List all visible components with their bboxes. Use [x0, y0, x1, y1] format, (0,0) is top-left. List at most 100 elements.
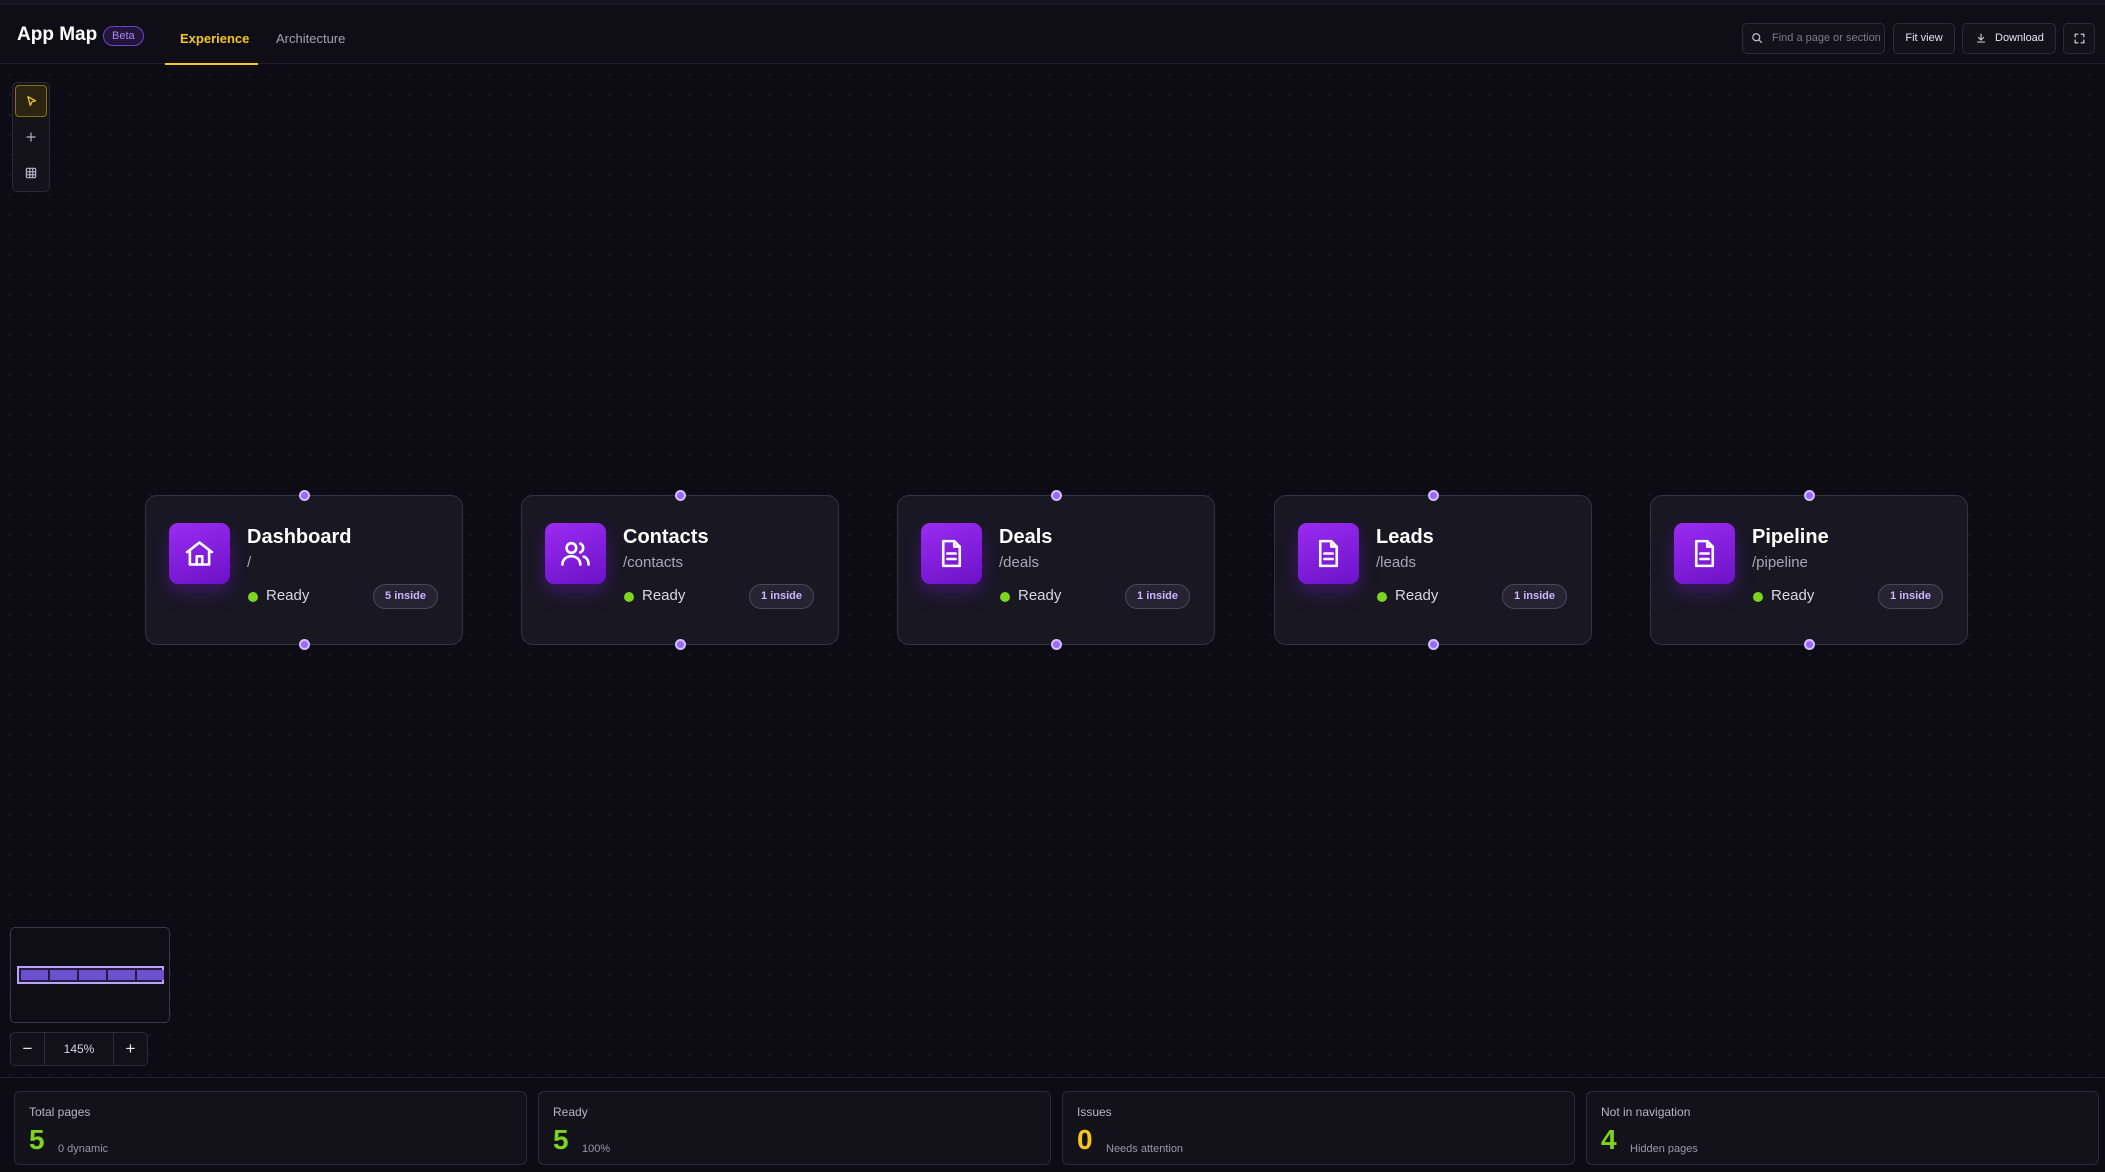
page-title: Leads	[1376, 526, 1434, 548]
canvas-toolbar	[12, 82, 50, 192]
connector-handle-bottom[interactable]	[675, 639, 686, 650]
page-title: Contacts	[623, 526, 709, 548]
page-card-deals[interactable]: Deals /deals Ready 1 inside	[897, 490, 1215, 650]
download-button[interactable]: Download	[1962, 23, 2056, 54]
select-pointer-icon	[27, 96, 37, 107]
page-route: /pipeline	[1752, 554, 1808, 571]
search-icon	[1752, 33, 1763, 44]
add-plus-icon	[26, 132, 36, 142]
page-icon-tile	[921, 523, 982, 584]
search-input[interactable]: Find a page or section	[1742, 23, 1885, 54]
tab-experience[interactable]: Experience	[180, 31, 249, 46]
minimap-viewport[interactable]	[17, 966, 164, 984]
connector-handle-top[interactable]	[675, 490, 686, 501]
stat-value: 5	[29, 1124, 45, 1155]
status-label: Ready	[1395, 587, 1439, 604]
stat-label: Total pages	[29, 1105, 91, 1119]
connector-handle-top[interactable]	[1428, 490, 1439, 501]
grid-toggle-button[interactable]	[15, 157, 47, 189]
connector-handle-bottom[interactable]	[1804, 639, 1815, 650]
connector-handle-top[interactable]	[1804, 490, 1815, 501]
page-icon-tile	[1674, 523, 1735, 584]
minimap[interactable]	[10, 927, 170, 1023]
download-label: Download	[1995, 32, 2044, 44]
fullscreen-button[interactable]	[2063, 23, 2095, 54]
status-dot	[624, 592, 634, 602]
page-route: /contacts	[623, 554, 684, 571]
connector-handle-top[interactable]	[299, 490, 310, 501]
stat-subtext: 100%	[582, 1143, 611, 1155]
page-card-dashboard[interactable]: Dashboard / Ready 5 inside	[145, 490, 463, 650]
stat-label: Issues	[1077, 1105, 1112, 1119]
status-dot	[1000, 592, 1010, 602]
stat-subtext: Hidden pages	[1630, 1143, 1698, 1155]
page-route: /	[247, 554, 252, 571]
home-icon	[185, 541, 214, 566]
status-label: Ready	[1771, 587, 1815, 604]
stat-value: 0	[1077, 1124, 1093, 1155]
connector-handle-bottom[interactable]	[1051, 639, 1062, 650]
page-title: Pipeline	[1752, 526, 1829, 548]
stats-bar: Total pages 5 0 dynamic Ready 5 100% Iss…	[0, 1077, 2105, 1172]
stat-value: 5	[553, 1124, 569, 1155]
users-icon	[561, 541, 590, 566]
page-route: /leads	[1376, 554, 1417, 571]
page-icon-tile	[169, 523, 230, 584]
inside-count-badge[interactable]: 5 inside	[373, 584, 438, 609]
select-tool-button[interactable]	[15, 85, 47, 117]
page-title: Dashboard	[247, 526, 352, 548]
zoom-control: − 145% +	[10, 1032, 148, 1066]
page-card-leads[interactable]: Leads /leads Ready 1 inside	[1274, 490, 1592, 650]
app-title: App Map	[17, 24, 98, 45]
stat-label: Ready	[553, 1105, 588, 1119]
tab-architecture[interactable]: Architecture	[276, 31, 345, 46]
zoom-level: 145%	[63, 1042, 95, 1056]
status-label: Ready	[266, 587, 310, 604]
document-icon	[941, 539, 962, 568]
fullscreen-icon	[2074, 33, 2085, 44]
stat-total-pages: Total pages 5 0 dynamic	[14, 1091, 527, 1165]
status-dot	[1377, 592, 1387, 602]
minimap-node	[50, 970, 77, 980]
minimap-node	[108, 970, 135, 980]
inside-count-badge[interactable]: 1 inside	[749, 584, 814, 609]
minimap-node	[21, 970, 48, 980]
app-map-window: App Map Beta Experience Architecture Fin…	[0, 0, 2105, 1172]
status-dot	[1753, 592, 1763, 602]
page-route: /deals	[999, 554, 1040, 571]
stat-value: 4	[1601, 1124, 1617, 1155]
connector-handle-top[interactable]	[1051, 490, 1062, 501]
stat-issues: Issues 0 Needs attention	[1062, 1091, 1575, 1165]
minimap-node	[137, 970, 164, 980]
stat-subtext: 0 dynamic	[58, 1143, 109, 1155]
status-dot	[248, 592, 258, 602]
zoom-in-button[interactable]: +	[113, 1033, 147, 1065]
stat-subtext: Needs attention	[1106, 1143, 1184, 1155]
document-icon	[1694, 539, 1715, 568]
search-placeholder: Find a page or section	[1772, 32, 1880, 44]
stat-ready: Ready 5 100%	[538, 1091, 1051, 1165]
connector-handle-bottom[interactable]	[299, 639, 310, 650]
stat-label: Not in navigation	[1601, 1105, 1691, 1119]
zoom-out-button[interactable]: −	[11, 1033, 45, 1065]
add-node-button[interactable]	[15, 121, 47, 153]
beta-badge: Beta	[103, 26, 144, 46]
page-icon-tile	[545, 523, 606, 584]
stat-not-in-navigation: Not in navigation 4 Hidden pages	[1586, 1091, 2099, 1165]
inside-count-badge[interactable]: 1 inside	[1502, 584, 1567, 609]
download-icon	[1976, 33, 1986, 43]
page-icon-tile	[1298, 523, 1359, 584]
inside-count-badge[interactable]: 1 inside	[1878, 584, 1943, 609]
status-label: Ready	[1018, 587, 1062, 604]
status-label: Ready	[642, 587, 686, 604]
grid-icon	[25, 167, 37, 179]
page-card-pipeline[interactable]: Pipeline /pipeline Ready 1 inside	[1650, 490, 1968, 650]
page-card-contacts[interactable]: Contacts /contacts Ready 1 inside	[521, 490, 839, 650]
minimap-node	[79, 970, 106, 980]
page-title: Deals	[999, 526, 1053, 548]
fit-view-button[interactable]: Fit view	[1893, 23, 1955, 54]
document-icon	[1318, 539, 1339, 568]
connector-handle-bottom[interactable]	[1428, 639, 1439, 650]
inside-count-badge[interactable]: 1 inside	[1125, 584, 1190, 609]
header-bar: App Map Beta Experience Architecture Fin…	[0, 5, 2105, 65]
